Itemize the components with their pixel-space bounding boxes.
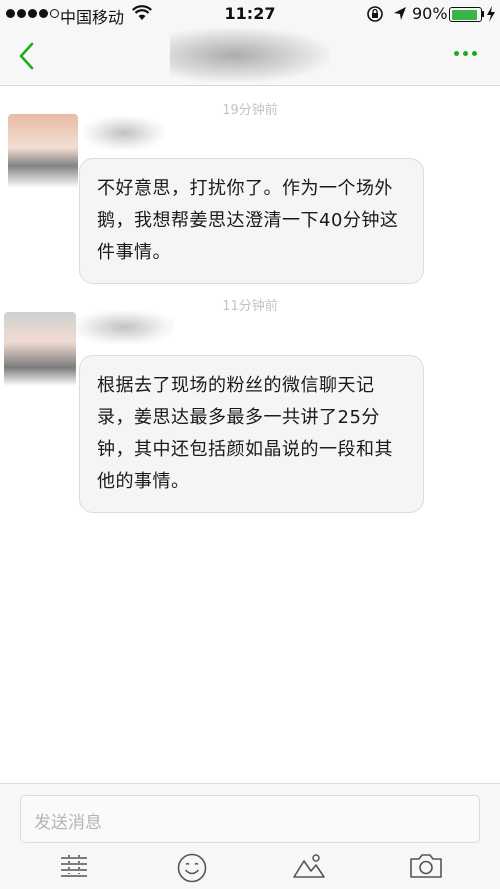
message-bubble[interactable]: 不好意思，打扰你了。作为一个场外鹅，我想帮姜思达澄清一下40分钟这件事情。 <box>79 158 424 284</box>
avatar-redacted[interactable] <box>8 114 78 188</box>
list-icon[interactable] <box>58 852 90 878</box>
battery-cap <box>482 11 484 17</box>
charging-bolt-icon <box>487 6 495 22</box>
sender-name-redacted <box>84 116 164 150</box>
emoji-icon[interactable] <box>176 852 208 884</box>
camera-icon[interactable] <box>409 852 443 880</box>
composer-bar: 发送消息 <box>0 783 500 889</box>
more-options-button[interactable] <box>454 51 477 56</box>
message-bubble[interactable]: 根据去了现场的粉丝的微信聊天记录，姜思达最多最多一共讲了25分钟，其中还包括颜如… <box>79 355 424 513</box>
location-arrow-icon <box>394 7 406 20</box>
sender-name-redacted <box>74 310 174 344</box>
orientation-lock-icon <box>367 6 383 22</box>
more-dots-icon <box>454 51 459 56</box>
nav-bar <box>0 28 500 86</box>
back-button[interactable] <box>14 40 42 72</box>
message-input[interactable]: 发送消息 <box>20 795 480 843</box>
image-icon[interactable] <box>292 852 326 880</box>
battery-level-fill <box>451 9 477 20</box>
contact-name-redacted <box>170 28 330 82</box>
avatar-redacted[interactable] <box>4 312 76 386</box>
status-bar: 中国移动 11:27 90% <box>0 0 500 28</box>
chevron-left-icon <box>19 42 34 70</box>
battery-icon <box>449 7 482 22</box>
battery-percentage: 90% <box>412 4 448 23</box>
